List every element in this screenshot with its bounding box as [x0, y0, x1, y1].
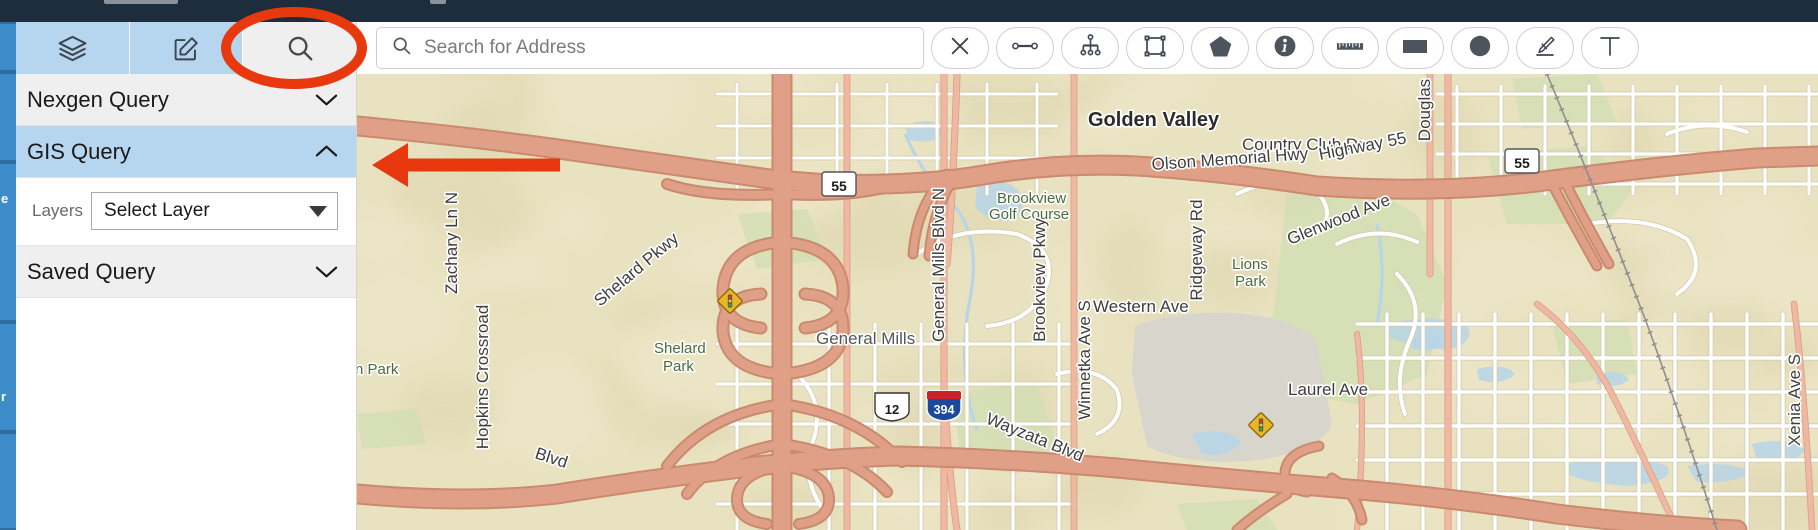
map-label-vertical: Brookview Pkwy [1030, 218, 1049, 342]
map-canvas[interactable]: Golden Valley Country Club Dr Olson Memori… [357, 74, 1818, 530]
rail-segment[interactable] [0, 432, 16, 530]
svg-text:55: 55 [831, 178, 847, 194]
map-vector-layer: Golden ValleyCountry Club DrOlson Memori… [357, 74, 1818, 530]
clear-button[interactable] [931, 27, 989, 69]
accordion-label: GIS Query [27, 138, 131, 164]
map-label: Lions [1232, 256, 1268, 273]
draw-circle-button[interactable] [1451, 27, 1509, 69]
svg-text:12: 12 [885, 402, 899, 417]
map-label-vertical: Hopkins Crossroad [473, 305, 492, 450]
rail-segment[interactable] [0, 322, 16, 432]
draw-rectangle-outline-button[interactable] [1126, 27, 1184, 69]
map-label-vertical: Xenia Ave S [1785, 354, 1804, 446]
topbar-control-stub-left [104, 0, 178, 4]
left-navigation-rail[interactable]: e r [0, 22, 16, 530]
map-label-vertical: Winnetka Ave S [1075, 300, 1094, 420]
draw-freehand-button[interactable] [1516, 27, 1574, 69]
layer-select-dropdown[interactable]: Select Layer [91, 192, 338, 230]
search-input[interactable] [424, 37, 909, 59]
network-tree-icon [1079, 34, 1102, 62]
map-label: Laurel Ave [1288, 380, 1368, 399]
layers-label: Layers [32, 201, 84, 220]
measure-line-button[interactable] [996, 27, 1054, 69]
draw-rectangle-filled-button[interactable] [1386, 27, 1444, 69]
square-outline-icon [1143, 34, 1167, 63]
highway-shield: 394 [926, 390, 962, 422]
pentagon-filled-icon [1208, 33, 1233, 63]
edit-tab[interactable] [129, 22, 244, 74]
gis-application-window: e r Nexgen Query GIS Query Layers Select… [0, 0, 1818, 530]
layer-select-value: Select Layer [104, 200, 210, 221]
rail-segment[interactable] [0, 22, 16, 72]
svg-text:55: 55 [1514, 155, 1530, 171]
chevron-up-icon [315, 139, 338, 165]
circle-filled-icon [1468, 34, 1492, 63]
rail-segment[interactable] [0, 72, 16, 162]
query-side-panel: Nexgen Query GIS Query Layers Select Lay… [16, 22, 357, 530]
map-label: Brookview [997, 190, 1066, 207]
highway-shield: 55 [821, 171, 857, 197]
layers-tab[interactable] [16, 22, 130, 74]
identify-info-button[interactable] [1256, 27, 1314, 69]
close-x-icon [949, 35, 971, 62]
map-label: Western Ave [1093, 297, 1189, 316]
highway-shield: 55 [1504, 148, 1540, 174]
accordion-label: Saved Query [27, 258, 156, 284]
text-t-icon [1599, 34, 1621, 63]
rectangle-filled-icon [1401, 36, 1429, 61]
map-label: Shelard [654, 340, 706, 357]
svg-text:394: 394 [934, 403, 955, 417]
network-trace-button[interactable] [1061, 27, 1119, 69]
map-label: n Park [357, 361, 399, 378]
rail-segment[interactable] [0, 162, 16, 322]
accordion-nexgen-query[interactable]: Nexgen Query [16, 74, 356, 126]
rail-label: r [1, 389, 7, 404]
search-icon [285, 33, 315, 63]
line-segment-icon [1012, 38, 1038, 59]
accordion-saved-query[interactable]: Saved Query [16, 246, 356, 298]
rail-label: e [1, 191, 9, 206]
dropdown-caret-icon [309, 205, 327, 217]
search-icon [391, 35, 412, 61]
map-label-vertical: Zachary Ln N [442, 192, 461, 294]
measure-distance-button[interactable] [1321, 27, 1379, 69]
gis-query-body: Layers Select Layer [16, 178, 356, 246]
address-search-box[interactable] [376, 27, 924, 69]
map-label-vertical: General Mills Blvd N [929, 188, 948, 342]
highway-shield: 12 [874, 392, 910, 422]
layers-icon [57, 33, 88, 64]
add-text-button[interactable] [1581, 27, 1639, 69]
map-label-vertical: Ridgeway Rd [1187, 199, 1206, 300]
search-tab[interactable] [243, 22, 356, 74]
map-label: General Mills [816, 329, 915, 348]
chevron-down-icon [315, 259, 338, 285]
application-top-bar [0, 0, 1818, 22]
info-circle-icon [1273, 34, 1297, 63]
panel-tab-strip [16, 22, 356, 74]
pen-draw-icon [1533, 34, 1557, 63]
topbar-control-stub-right [430, 0, 446, 4]
map-label: Golden Valley [1088, 109, 1220, 131]
draw-polygon-button[interactable] [1191, 27, 1249, 69]
edit-pencil-icon [172, 34, 201, 63]
search-and-tools-bar [357, 22, 1818, 74]
map-label: Park [663, 358, 694, 375]
map-label: Park [1235, 273, 1266, 290]
map-label-vertical: Douglas [1415, 79, 1434, 141]
chevron-down-icon [315, 87, 338, 113]
ruler-icon [1336, 38, 1364, 59]
accordion-gis-query[interactable]: GIS Query [16, 126, 356, 178]
accordion-label: Nexgen Query [27, 86, 169, 112]
